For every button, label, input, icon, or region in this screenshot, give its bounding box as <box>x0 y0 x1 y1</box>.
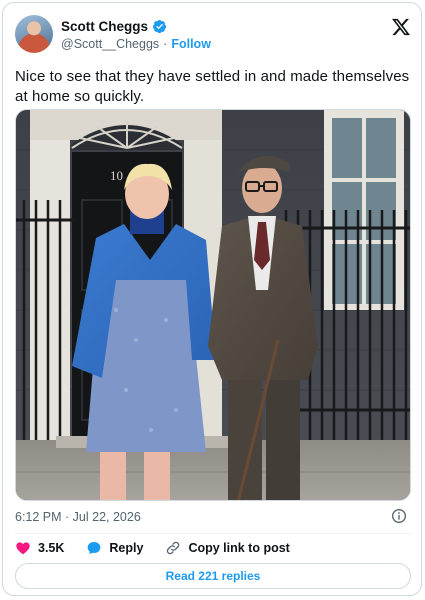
name-row: Scott Cheggs <box>61 17 167 35</box>
link-icon <box>167 541 180 555</box>
verified-badge-icon <box>152 19 167 33</box>
photo-scene: 10 <box>16 110 410 500</box>
divider <box>15 533 411 534</box>
handle-row: @Scott__Cheggs · Follow <box>61 36 211 52</box>
handle[interactable]: @Scott__Cheggs <box>61 37 159 51</box>
tweet-card: Scott Cheggs @Scott__Cheggs · Follow Nic… <box>2 2 422 596</box>
door-number: 10 <box>110 168 123 183</box>
x-logo-icon[interactable] <box>391 17 411 37</box>
tweet-timestamp[interactable]: 6:12 PM · Jul 22, 2026 <box>15 510 141 524</box>
tweet-text: Nice to see that they have settled in an… <box>15 68 410 105</box>
display-name[interactable]: Scott Cheggs <box>61 19 148 34</box>
tweet-header: Scott Cheggs @Scott__Cheggs · Follow <box>15 15 411 55</box>
reply-label: Reply <box>109 541 144 555</box>
heart-icon <box>16 542 30 555</box>
separator-dot: · <box>163 37 168 51</box>
tweet-photo[interactable]: 10 <box>15 109 411 501</box>
like-count: 3.5K <box>38 541 65 555</box>
read-replies-button[interactable]: Read 221 replies <box>15 563 411 589</box>
reply-button[interactable]: Reply <box>86 540 143 556</box>
copy-link-button[interactable]: Copy link to post <box>165 540 290 556</box>
action-bar: 3.5K Reply Copy link to post <box>15 539 312 557</box>
info-icon[interactable] <box>391 508 407 524</box>
follow-button[interactable]: Follow <box>171 37 211 51</box>
like-button[interactable]: 3.5K <box>15 540 64 556</box>
avatar[interactable] <box>15 15 53 53</box>
copy-link-label: Copy link to post <box>188 541 290 555</box>
reply-bubble-icon <box>88 542 101 555</box>
